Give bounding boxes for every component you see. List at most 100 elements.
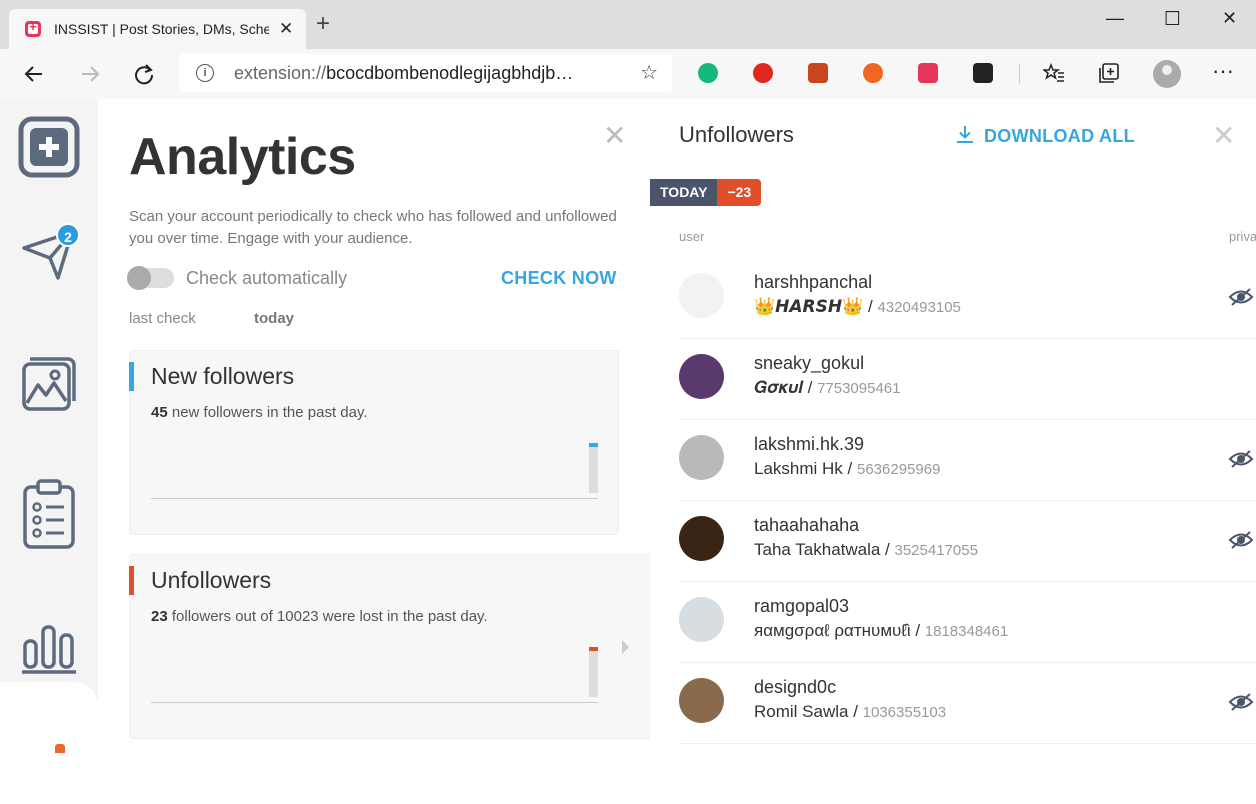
private-eye-slash-icon [1228,692,1254,717]
bar-chart-icon[interactable] [20,619,78,675]
next-nav-icon-partial[interactable] [55,744,65,753]
avatar[interactable] [679,435,724,480]
active-nav-background [0,682,98,804]
toolbar-divider [1019,64,1020,84]
nav-media[interactable] [0,355,98,413]
username[interactable]: sneaky_gokul [754,353,864,374]
private-eye-slash-icon [1228,449,1254,474]
unfollower-row[interactable]: harshhpanchal 👑𝙃𝘼𝙍𝙎𝙃👑 / 4320493105 [679,257,1256,339]
grammarly-extension-icon[interactable] [698,63,718,83]
card-accent [129,362,134,391]
auto-check-label: Check automatically [186,268,348,288]
analytics-description: Scan your account periodically to check … [129,208,617,247]
window-close-button[interactable]: ✕ [1222,8,1237,29]
fullname-and-id: Taha Takhatwala / 3525417055 [754,540,978,559]
add-post-icon[interactable] [18,116,80,178]
url-text[interactable]: extension://bcocdbombenodlegijagbhdjb… [234,63,619,84]
fullname-and-id: Lakshmi Hk / 5636295969 [754,459,941,478]
fullname-and-id: яαмgσραℓ ραтнυмυℓ̂ι / 1818348461 [754,621,1009,640]
address-bar[interactable]: i extension://bcocdbombenodlegijagbhdjb…… [179,54,672,92]
collections-icon [1099,63,1119,83]
bar-cap [589,647,598,651]
back-arrow-icon [24,66,42,82]
column-header-private: priva [1229,229,1256,244]
avatar[interactable] [679,678,724,723]
unfollowers-bar [589,647,598,697]
panel-title: Unfollowers [679,122,794,147]
username[interactable]: designd0c [754,677,836,698]
username[interactable]: ramgopal03 [754,596,849,617]
nav-schedule[interactable] [0,479,98,549]
inssist-favicon-icon [25,19,41,37]
new-followers-card[interactable]: New followers 45 new followers in the pa… [129,350,619,535]
fullname-and-id: Romil Sawla / 1036355103 [754,702,947,721]
browser-toolbar: i extension://bcocdbombenodlegijagbhdjb…… [0,49,1256,100]
image-gallery-icon[interactable] [20,355,78,413]
last-check-label: last check [129,310,196,327]
forward-arrow-icon [82,66,100,82]
username[interactable]: harshhpanchal [754,272,872,293]
today-label: TODAY [650,179,718,206]
unfollower-row[interactable]: lakshmi.hk.39 Lakshmi Hk / 5636295969 [679,419,1256,501]
left-sidebar: 2 [0,99,98,804]
clipboard-list-icon[interactable] [20,479,78,549]
download-icon [957,126,973,143]
unfollower-row[interactable]: sneaky_gokul 𝑮𝝈𝜿𝝊𝒍 / 7753095461 [679,338,1256,420]
favorite-star-icon[interactable]: ☆ [640,60,658,85]
check-now-button[interactable]: CHECK NOW [501,268,617,289]
avatar[interactable] [679,273,724,318]
analytics-panel: ✕ Analytics Scan your account periodical… [98,99,652,753]
private-eye-slash-icon [1228,287,1254,312]
refresh-button[interactable] [132,62,156,90]
analytics-close-button[interactable]: ✕ [603,119,626,152]
card-title: Unfollowers [151,567,272,593]
new-tab-button[interactable]: + [316,12,330,36]
card-axis [151,498,598,499]
avatar[interactable] [679,354,724,399]
nav-new-post[interactable] [0,116,98,178]
card-accent [129,566,134,595]
unfollower-row[interactable]: ramgopal03 яαмgσραℓ ραтнυмυℓ̂ι / 18183484… [679,581,1256,663]
nav-analytics[interactable] [0,619,98,675]
unfollower-row[interactable]: tahaahahaha Taha Takhatwala / 3525417055 [679,500,1256,582]
page-title: Analytics [129,128,356,186]
book-extension-icon[interactable] [808,63,828,83]
more-menu-icon[interactable]: ··· [1212,60,1234,82]
checklist-extension-icon[interactable] [973,63,993,83]
maximize-button[interactable]: ☐ [1164,8,1181,31]
unfollowers-card[interactable]: Unfollowers 23 followers out of 10023 we… [129,554,652,739]
download-all-button[interactable]: DOWNLOAD ALL [955,124,1135,147]
browser-tab[interactable]: INSSIST | Post Stories, DMs, Sche ✕ [9,9,306,49]
tab-strip: INSSIST | Post Stories, DMs, Sche ✕ + — … [0,0,1256,49]
adblock-extension-icon[interactable] [753,63,773,83]
orange-extension-icon[interactable] [863,63,883,83]
forward-button[interactable] [78,62,102,90]
tab-close-button[interactable]: ✕ [279,19,293,39]
auto-check-toggle[interactable] [127,266,174,290]
minimize-button[interactable]: — [1106,8,1124,29]
card-subtitle: 23 followers out of 10023 were lost in t… [151,608,488,625]
panel-close-button[interactable]: ✕ [1212,119,1235,152]
back-button[interactable] [22,62,46,90]
chevron-right-icon[interactable] [622,640,629,654]
site-info-icon[interactable]: i [196,64,214,82]
nav-direct-messages[interactable] [0,226,98,284]
card-title: New followers [151,363,295,389]
unfollower-row[interactable]: designd0c Romil Sawla / 1036355103 [679,662,1256,744]
unfollowers-panel: Unfollowers DOWNLOAD ALL ✕ TODAY −23 use… [650,99,1256,753]
avatar[interactable] [679,597,724,642]
collections-button[interactable] [1098,62,1120,88]
favorites-button[interactable] [1041,62,1065,89]
bar-cap [589,443,598,447]
inssist-extension-icon[interactable] [918,63,938,83]
column-header-user: user [679,229,705,244]
profile-avatar[interactable] [1153,60,1181,88]
card-axis [151,702,598,703]
today-delta: −23 [717,179,762,206]
fullname-and-id: 𝑮𝝈𝜿𝝊𝒍 / 7753095461 [754,378,901,397]
fullname-and-id: 👑𝙃𝘼𝙍𝙎𝙃👑 / 4320493105 [754,297,961,316]
username[interactable]: tahaahahaha [754,515,859,536]
username[interactable]: lakshmi.hk.39 [754,434,864,455]
avatar[interactable] [679,516,724,561]
today-delta-tag: TODAY −23 [650,179,762,206]
